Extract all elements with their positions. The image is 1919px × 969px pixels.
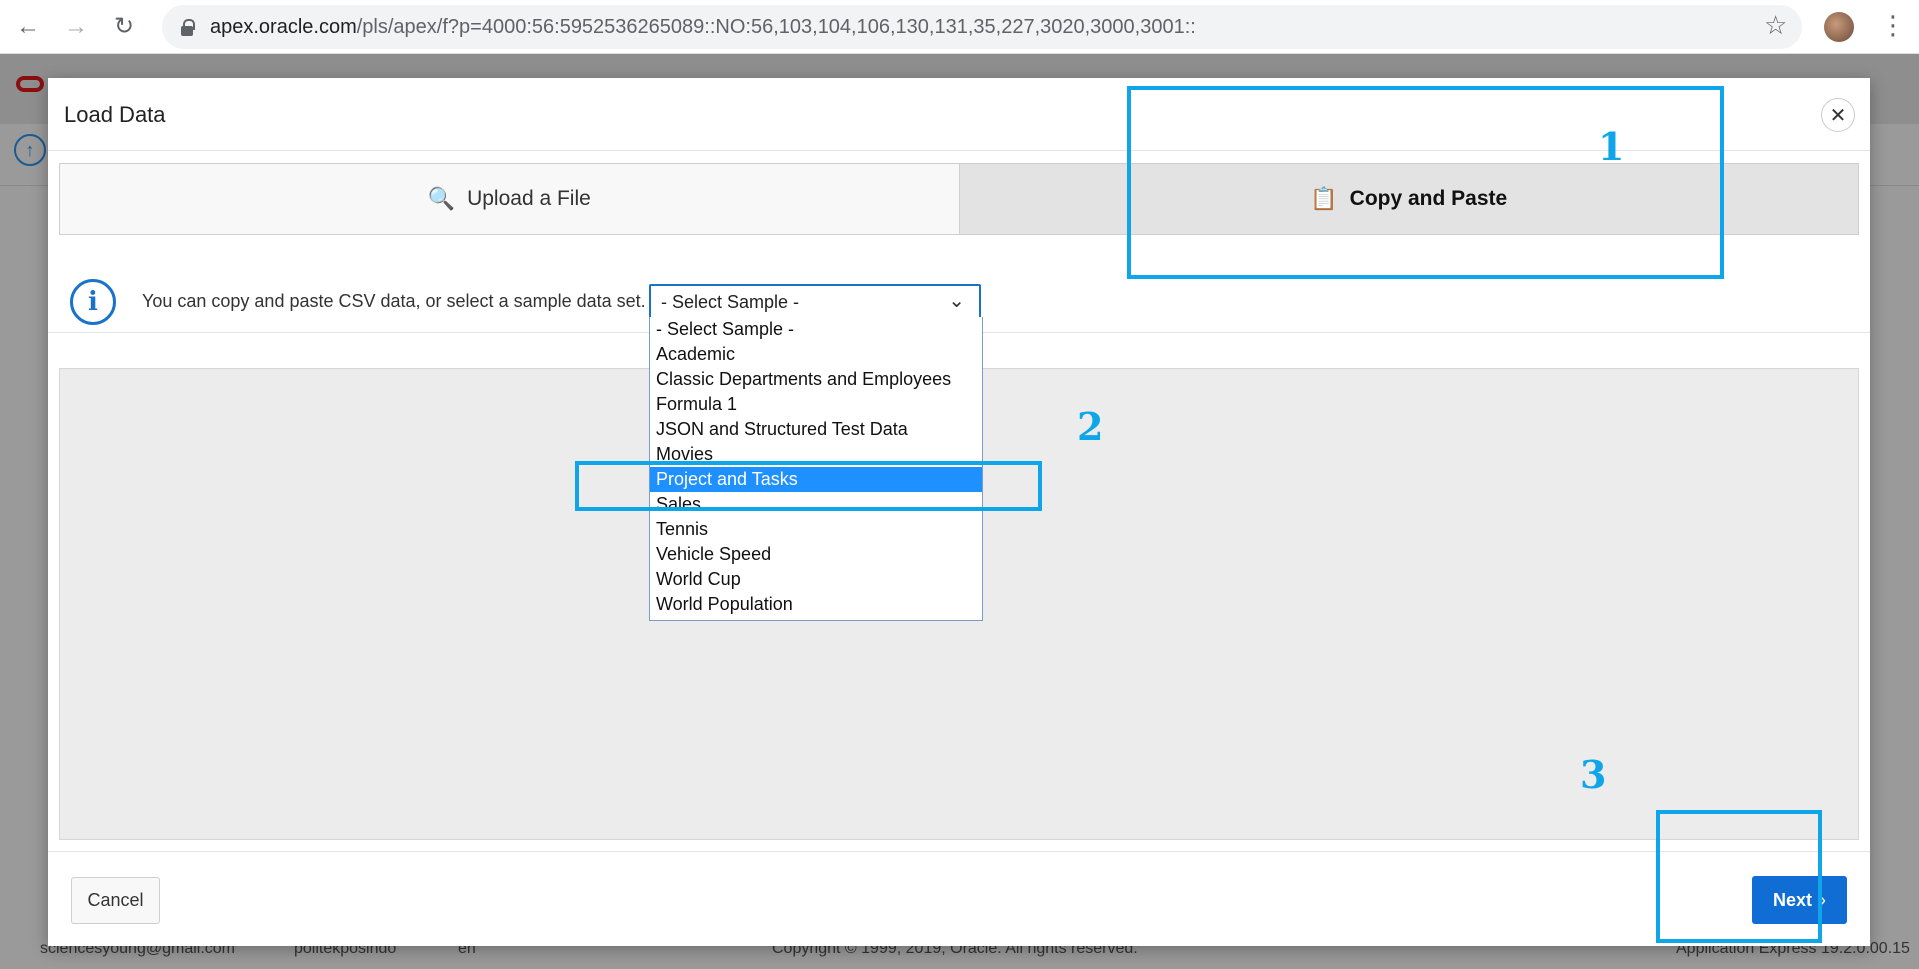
annotation-number-3: 3 [1580,752,1607,797]
forward-arrow-icon[interactable]: → [56,7,96,47]
info-icon: i [70,279,116,325]
oracle-logo-icon [16,76,44,92]
profile-avatar[interactable] [1824,12,1854,42]
dialog-title: Load Data [64,102,166,127]
dropdown-option[interactable]: Classic Departments and Employees [650,367,982,392]
dropdown-option[interactable]: World Cup [650,567,982,592]
close-icon[interactable]: ✕ [1821,98,1855,132]
tab-upload-file[interactable]: 🔍 Upload a File [60,164,959,234]
lock-icon [180,18,195,36]
cancel-button[interactable]: Cancel [71,877,160,924]
address-bar[interactable]: apex.oracle.com/pls/apex/f?p=4000:56:595… [162,5,1802,49]
bookmark-star-icon[interactable]: ☆ [1764,10,1787,41]
annotation-number-2: 2 [1077,404,1104,449]
reload-icon[interactable]: ↻ [104,7,144,47]
url-path: /pls/apex/f?p=4000:56:5952536265089::NO:… [356,15,1196,38]
dropdown-option[interactable]: - Select Sample - [650,317,982,342]
upload-arrow-icon: ↑ [14,134,46,166]
sample-select-value: - Select Sample - [661,292,800,312]
dropdown-option[interactable]: Academic [650,342,982,367]
back-arrow-icon[interactable]: ← [8,7,48,47]
dropdown-option[interactable]: Formula 1 [650,392,982,417]
sample-select[interactable]: - Select Sample - ⌄ [649,284,981,320]
annotation-box-1 [1127,86,1724,279]
tab-label: Upload a File [467,187,591,210]
annotation-box-2 [575,461,1042,511]
annotation-number-1: 1 [1598,124,1625,169]
divider [48,851,1870,852]
info-text: You can copy and paste CSV data, or sele… [142,291,646,311]
annotation-box-3 [1656,810,1822,943]
browser-menu-icon[interactable]: ⋮ [1880,10,1906,41]
file-search-icon: 🔍 [427,186,456,211]
dropdown-option[interactable]: World Population [650,592,982,617]
dropdown-option[interactable]: Vehicle Speed [650,542,982,567]
chevron-down-icon: ⌄ [948,290,965,312]
browser-toolbar: ← → ↻ apex.oracle.com/pls/apex/f?p=4000:… [0,0,1919,54]
url-host: apex.oracle.com [210,15,357,38]
dropdown-option[interactable]: Tennis [650,517,982,542]
dropdown-option[interactable]: JSON and Structured Test Data [650,417,982,442]
